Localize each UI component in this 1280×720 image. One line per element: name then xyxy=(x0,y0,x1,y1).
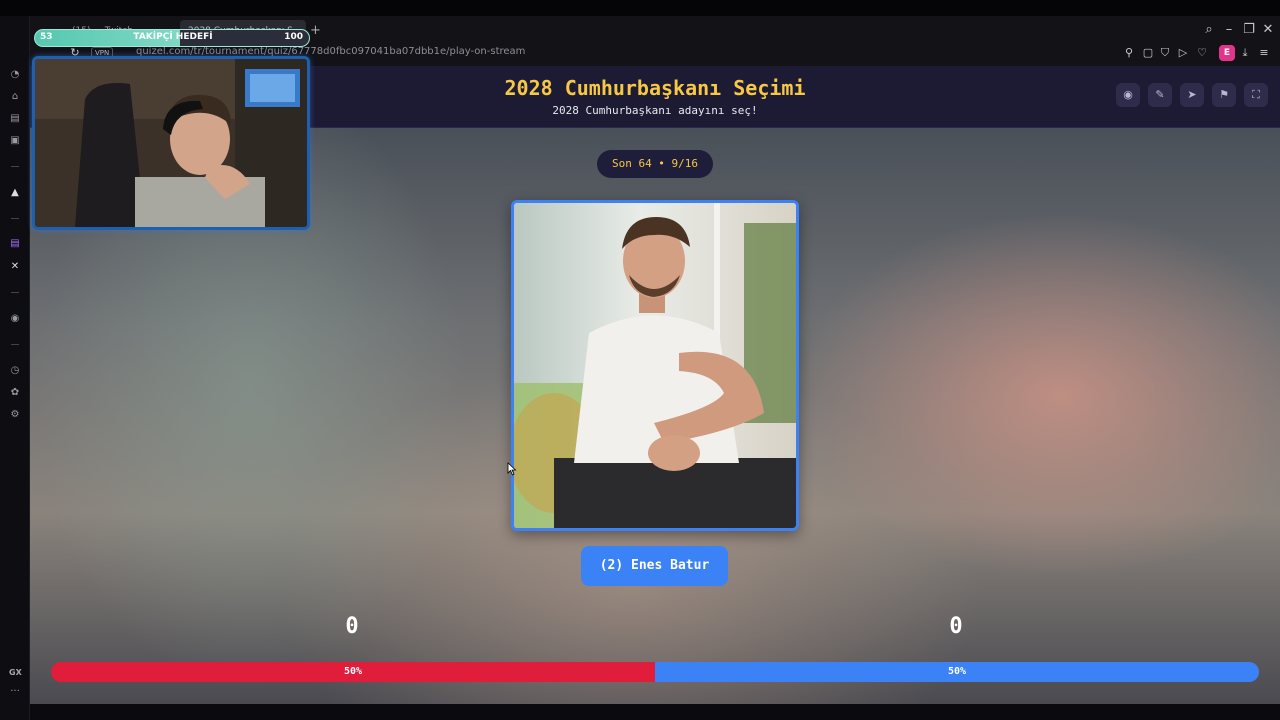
pin-icon[interactable]: ⚲ xyxy=(1122,46,1136,59)
twitch-icon[interactable]: ▤ xyxy=(8,238,22,249)
candidate-photo xyxy=(514,203,796,528)
search-tabs-icon[interactable]: ⌕ xyxy=(1201,22,1217,37)
send-icon[interactable]: ➤ xyxy=(1180,83,1204,107)
extensions-icon[interactable]: ✿ xyxy=(8,387,22,398)
sidebar-divider xyxy=(11,166,19,167)
vote-bar-left: 50% xyxy=(51,662,655,682)
round-indicator: Son 64 • 9/16 xyxy=(597,150,713,178)
aria-icon[interactable]: ▲ xyxy=(8,187,22,198)
menu-icon[interactable]: ≡ xyxy=(1257,46,1271,59)
snapshot-icon[interactable]: ▢ xyxy=(1141,46,1155,59)
download-icon[interactable]: ⤓ xyxy=(1238,46,1252,60)
right-percent-label: 50% xyxy=(947,666,967,677)
vote-percentage-bar: 50% 50% xyxy=(51,662,1259,682)
gx-control-button[interactable]: GX xyxy=(9,668,22,677)
left-vote-count: 0 xyxy=(345,614,359,639)
minimize-icon[interactable]: – xyxy=(1221,22,1237,37)
profile-avatar[interactable]: E xyxy=(1219,45,1235,61)
shield-icon[interactable]: ⛉ xyxy=(1158,46,1172,60)
bottom-strip xyxy=(30,704,1280,720)
webcam-feed xyxy=(35,59,307,227)
follower-goal-label: TAKİPÇİ HEDEFİ xyxy=(133,32,213,42)
screen: (15) ... Twitch 2028 Cumhurbaşkanı S... … xyxy=(0,0,1280,720)
new-tab-button[interactable]: + xyxy=(310,23,321,38)
messenger-icon[interactable]: ▣ xyxy=(8,135,22,146)
follower-goal-target: 100 xyxy=(284,32,303,42)
x-twitter-icon[interactable]: ✕ xyxy=(8,261,22,272)
sidebar-divider xyxy=(11,292,19,293)
gx-corner-icon[interactable]: ⌂ xyxy=(8,91,22,102)
maximize-icon[interactable]: ❐ xyxy=(1241,22,1257,37)
top-strip xyxy=(0,0,1280,16)
candidate-select-button[interactable]: (2) Enes Batur xyxy=(581,546,728,586)
edit-icon[interactable]: ✎ xyxy=(1148,83,1172,107)
fullscreen-icon[interactable]: ⛶ xyxy=(1244,83,1268,107)
report-flag-icon[interactable]: ⚑ xyxy=(1212,83,1236,107)
webcam-overlay xyxy=(32,56,310,230)
follower-goal-current: 53 xyxy=(40,32,53,42)
sidebar-divider xyxy=(11,218,19,219)
settings-gear-icon[interactable]: ⚙ xyxy=(8,409,22,420)
news-icon[interactable]: ▤ xyxy=(8,113,22,124)
follower-goal-bar: TAKİPÇİ HEDEFİ 53 100 xyxy=(34,29,310,47)
vote-bar-right: 50% xyxy=(655,662,1259,682)
left-percent-label: 50% xyxy=(343,666,363,677)
mouse-cursor-icon xyxy=(507,462,517,476)
sidebar-divider xyxy=(11,344,19,345)
speed-dial-icon[interactable]: ◔ xyxy=(8,69,22,80)
player-icon[interactable]: ◉ xyxy=(8,313,22,324)
eye-icon[interactable]: ◉ xyxy=(1116,83,1140,107)
sidebar-more-icon[interactable]: ··· xyxy=(8,686,22,697)
heart-icon[interactable]: ♡ xyxy=(1195,46,1209,59)
candidate-card[interactable] xyxy=(511,200,799,531)
play-icon[interactable]: ▷ xyxy=(1176,46,1190,59)
right-vote-count: 0 xyxy=(949,614,963,639)
close-icon[interactable]: ✕ xyxy=(1260,22,1276,37)
history-icon[interactable]: ◷ xyxy=(8,365,22,376)
